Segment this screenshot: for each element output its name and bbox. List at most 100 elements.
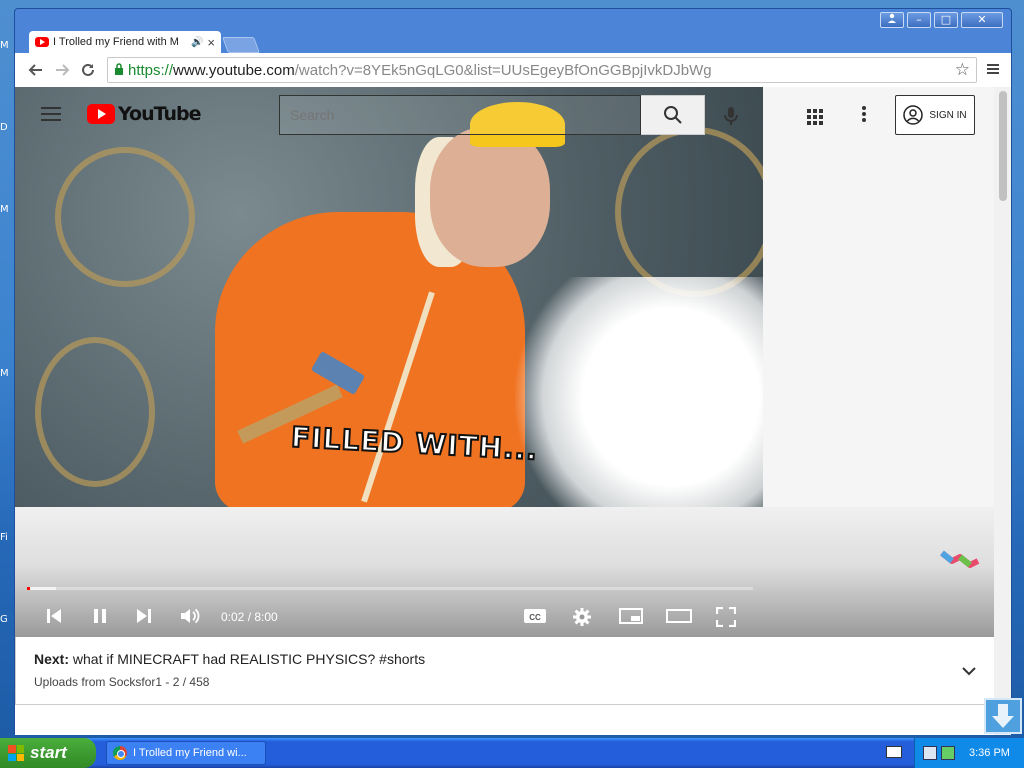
tab-close-button[interactable]: × bbox=[207, 35, 215, 50]
theater-mode-icon bbox=[666, 609, 692, 623]
download-button[interactable] bbox=[984, 698, 1022, 734]
windows-flag-icon bbox=[8, 745, 24, 761]
expand-playlist-button[interactable] bbox=[962, 663, 976, 681]
browser-window: – □ ✕ I Trolled my Friend with M 🔊 × htt… bbox=[14, 8, 1012, 735]
channel-watermark[interactable] bbox=[940, 547, 980, 578]
person-head bbox=[430, 127, 550, 267]
volume-icon bbox=[181, 608, 200, 624]
playlist-panel[interactable]: Next: what if MINECRAFT had REALISTIC PH… bbox=[15, 637, 995, 705]
previous-button[interactable] bbox=[45, 607, 63, 630]
pause-button[interactable] bbox=[91, 607, 109, 630]
closed-captions-icon: CC bbox=[524, 609, 546, 623]
volume-button[interactable] bbox=[179, 607, 201, 630]
arrow-left-icon bbox=[28, 64, 42, 76]
sign-in-label: SIGN IN bbox=[929, 109, 967, 121]
pause-icon bbox=[94, 609, 106, 623]
window-controls: – □ ✕ bbox=[880, 12, 1003, 28]
back-button[interactable] bbox=[23, 57, 49, 83]
sign-in-button[interactable]: SIGN IN bbox=[895, 95, 975, 135]
miniplayer-button[interactable] bbox=[619, 607, 643, 630]
apps-button[interactable] bbox=[807, 109, 823, 130]
desktop-icon-label[interactable]: D bbox=[0, 122, 8, 133]
minimize-button[interactable]: – bbox=[907, 12, 931, 28]
speaker-icon[interactable]: 🔊 bbox=[191, 37, 203, 48]
user-icon bbox=[888, 13, 896, 23]
search-button[interactable] bbox=[641, 95, 705, 135]
desktop-icon-label[interactable]: M bbox=[0, 368, 9, 379]
video-player[interactable]: FILLED WITH... YouTube Search SIGN IN 0:… bbox=[15, 87, 995, 637]
fullscreen-button[interactable] bbox=[715, 606, 737, 632]
desktop-icon-label[interactable]: Fi bbox=[0, 532, 8, 543]
next-button[interactable] bbox=[135, 607, 153, 630]
forward-button[interactable] bbox=[49, 57, 75, 83]
time-display: 0:02 / 8:00 bbox=[221, 610, 278, 624]
scroll-thumb[interactable] bbox=[999, 91, 1007, 201]
desktop-icon-label[interactable]: M bbox=[0, 40, 9, 51]
subtitles-button[interactable]: CC bbox=[523, 607, 547, 630]
settings-button[interactable] bbox=[572, 607, 592, 632]
bookmark-star-icon[interactable]: ☆ bbox=[955, 60, 970, 80]
miniplayer-icon bbox=[619, 608, 643, 624]
search-icon bbox=[663, 106, 682, 124]
apps-grid-icon bbox=[807, 109, 823, 125]
youtube-masthead: YouTube Search SIGN IN bbox=[15, 87, 995, 143]
fullscreen-icon bbox=[715, 606, 737, 628]
profile-button[interactable] bbox=[880, 12, 904, 28]
wallpaper-swirl bbox=[55, 147, 195, 287]
page-scrollbar[interactable] bbox=[994, 87, 1011, 735]
guide-menu-icon[interactable] bbox=[41, 107, 61, 121]
next-video-name[interactable]: what if MINECRAFT had REALISTIC PHYSICS?… bbox=[73, 651, 425, 667]
close-window-button[interactable]: ✕ bbox=[961, 12, 1003, 28]
page-viewport: FILLED WITH... YouTube Search SIGN IN 0:… bbox=[15, 87, 995, 735]
download-arrow-icon bbox=[992, 704, 1014, 728]
desktop-icon-label[interactable]: M bbox=[0, 204, 9, 215]
watermark-icon bbox=[940, 550, 980, 568]
wallpaper-swirl bbox=[615, 127, 763, 297]
video-frame[interactable]: FILLED WITH... bbox=[15, 87, 763, 507]
voice-search-button[interactable] bbox=[723, 106, 739, 131]
progress-buffered bbox=[27, 587, 57, 590]
youtube-favicon-icon bbox=[35, 37, 49, 47]
browser-toolbar: https:// www.youtube.com /watch?v=8YEk5n… bbox=[15, 53, 1011, 87]
reload-button[interactable] bbox=[75, 57, 101, 83]
network-icon[interactable] bbox=[923, 746, 937, 760]
theater-mode-button[interactable] bbox=[666, 607, 692, 630]
gear-icon bbox=[573, 608, 591, 626]
tab-title: I Trolled my Friend with M bbox=[53, 36, 179, 48]
taskbar: start I Trolled my Friend wi... 3:36 PM bbox=[0, 738, 1024, 768]
new-tab-button[interactable] bbox=[222, 37, 260, 53]
chrome-icon bbox=[113, 746, 127, 760]
start-label: start bbox=[30, 743, 67, 762]
safely-remove-icon[interactable] bbox=[941, 746, 955, 760]
taskbar-window-button[interactable]: I Trolled my Friend wi... bbox=[106, 741, 266, 765]
clock[interactable]: 3:36 PM bbox=[969, 747, 1010, 759]
start-button[interactable]: start bbox=[0, 738, 96, 768]
tab-strip: I Trolled my Friend with M 🔊 × bbox=[29, 31, 260, 53]
playlist-subtitle[interactable]: Uploads from Socksfor1 - 2 / 458 bbox=[34, 675, 209, 689]
youtube-play-logo-icon bbox=[87, 104, 115, 124]
lock-icon bbox=[114, 62, 124, 78]
wallpaper-swirl bbox=[35, 337, 155, 487]
menu-icon bbox=[987, 63, 999, 74]
search-box bbox=[279, 95, 705, 135]
skip-next-icon bbox=[137, 609, 151, 623]
youtube-logo[interactable]: YouTube bbox=[87, 103, 201, 125]
player-controls: 0:02 / 8:00 CC bbox=[15, 599, 755, 635]
svg-text:CC: CC bbox=[529, 613, 541, 622]
address-bar[interactable]: https:// www.youtube.com /watch?v=8YEk5n… bbox=[107, 57, 977, 83]
browser-menu-button[interactable] bbox=[983, 60, 1003, 81]
maximize-button[interactable]: □ bbox=[934, 12, 958, 28]
search-input[interactable] bbox=[279, 95, 641, 135]
progress-bar[interactable] bbox=[27, 587, 753, 590]
desktop-icon-label[interactable]: G bbox=[0, 614, 8, 625]
progress-played bbox=[27, 587, 30, 590]
url-host: www.youtube.com bbox=[173, 61, 295, 79]
system-tray: 3:36 PM bbox=[914, 738, 1024, 768]
skip-previous-icon bbox=[47, 609, 61, 623]
keyboard-icon[interactable] bbox=[886, 746, 902, 758]
url-scheme: https:// bbox=[128, 61, 174, 79]
settings-more-button[interactable] bbox=[861, 105, 867, 128]
microphone-icon bbox=[724, 107, 738, 125]
next-label: Next: bbox=[34, 651, 70, 667]
browser-tab[interactable]: I Trolled my Friend with M 🔊 × bbox=[29, 31, 221, 53]
